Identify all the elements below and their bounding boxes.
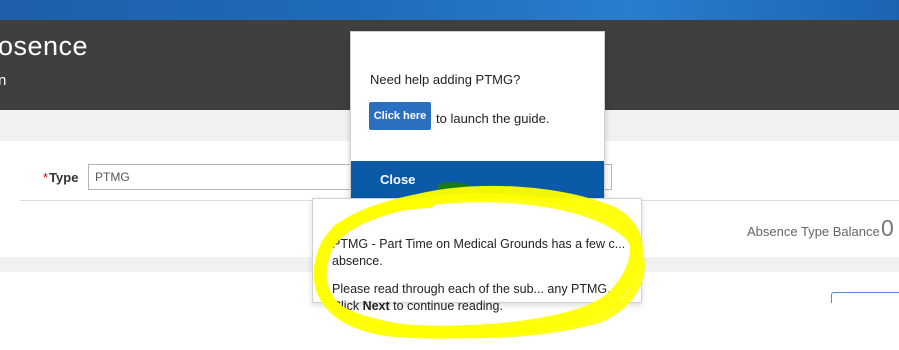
page-title: osence bbox=[0, 31, 89, 61]
guide-paragraph-1: PTMG - Part Time on Medical Grounds has … bbox=[332, 237, 626, 268]
click-here-button[interactable]: Click here bbox=[369, 102, 431, 130]
top-bar bbox=[0, 0, 899, 20]
close-button[interactable]: Close bbox=[351, 161, 604, 198]
launch-guide-text: to launch the guide. bbox=[436, 111, 550, 126]
type-label-text: Type bbox=[49, 170, 79, 185]
next-keyword: Next bbox=[362, 299, 390, 313]
required-marker: * bbox=[43, 170, 49, 185]
help-popup: Need help adding PTMG? Click here to lau… bbox=[350, 31, 605, 198]
balance-label: Absence Type Balance bbox=[747, 224, 880, 239]
balance-value: 0 bbox=[881, 215, 894, 241]
guide-paragraph-2-suffix: to continue reading. bbox=[389, 299, 503, 313]
help-question: Need help adding PTMG? bbox=[370, 72, 521, 87]
guide-paragraph-2: Please read through each of the sub... a… bbox=[332, 281, 632, 315]
type-label: *Type bbox=[43, 170, 78, 185]
guide-popup: PTMG - Part Time on Medical Grounds has … bbox=[312, 198, 642, 313]
page-subtitle: n bbox=[0, 72, 7, 89]
